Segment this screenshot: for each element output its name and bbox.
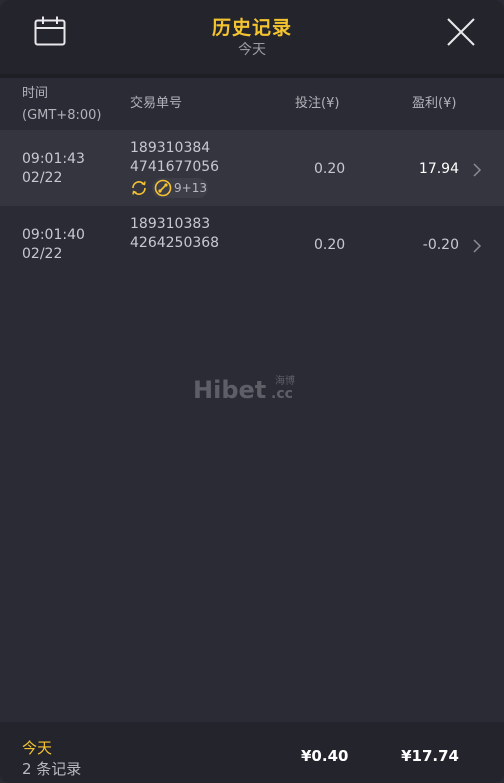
summary-period: 今天 [22, 739, 53, 757]
score-text: 9+13 [174, 181, 207, 195]
summary-count: 2 条记录 [22, 760, 82, 778]
row-stake: 0.20 [314, 237, 346, 253]
column-timezone: (GMT+8:00) [22, 108, 102, 123]
row-time: 09:01:43 [22, 151, 85, 167]
watermark-suffix: .cc [271, 386, 293, 402]
row-profit: 17.94 [418, 161, 459, 177]
close-icon [447, 18, 475, 46]
chevron-right-icon [473, 239, 482, 253]
row-date: 02/22 [22, 246, 63, 262]
watermark-logo: Hibet .cc 海博 [193, 376, 313, 406]
page-title: 历史记录 [211, 17, 292, 39]
row-profit: -0.20 [422, 237, 459, 253]
row-order-id: 189310384 [130, 140, 211, 156]
summary-total-stake: ¥0.40 [301, 747, 349, 765]
row-order-id-suffix: 4264250368 [130, 235, 220, 251]
watermark-cn: 海博 [275, 376, 295, 387]
close-button[interactable] [446, 17, 476, 47]
column-time: 时间 [22, 86, 49, 101]
row-stake: 0.20 [314, 161, 346, 177]
page-subtitle: 今天 [238, 42, 266, 58]
soccer-icon [154, 179, 172, 197]
refresh-icon [132, 181, 146, 195]
row-date: 02/22 [22, 170, 63, 186]
column-profit: 盈利(¥) [412, 96, 457, 111]
chevron-right-icon [473, 163, 482, 177]
table-row[interactable]: 09:01:43 02/22 189310384 4741677056 9+13… [0, 130, 504, 206]
row-order-id: 189310383 [130, 216, 211, 232]
column-stake: 投注(¥) [295, 96, 340, 111]
summary-footer: 今天 2 条记录 ¥0.40 ¥17.74 [0, 722, 504, 783]
header: 历史记录 今天 [0, 0, 504, 74]
column-order-id: 交易单号 [130, 96, 183, 111]
history-panel: 历史记录 今天 时间 (GMT+8:00) 交易单号 投注(¥) 盈利(¥) 0… [0, 0, 504, 783]
watermark-text: Hibet [193, 376, 267, 404]
row-time: 09:01:40 [22, 227, 85, 243]
summary-total-profit: ¥17.74 [401, 747, 459, 765]
column-headers: 时间 (GMT+8:00) 交易单号 投注(¥) 盈利(¥) [0, 78, 504, 130]
row-order-id-suffix: 4741677056 [130, 159, 220, 175]
table-row[interactable]: 09:01:40 02/22 189310383 4264250368 0.20… [0, 206, 504, 282]
